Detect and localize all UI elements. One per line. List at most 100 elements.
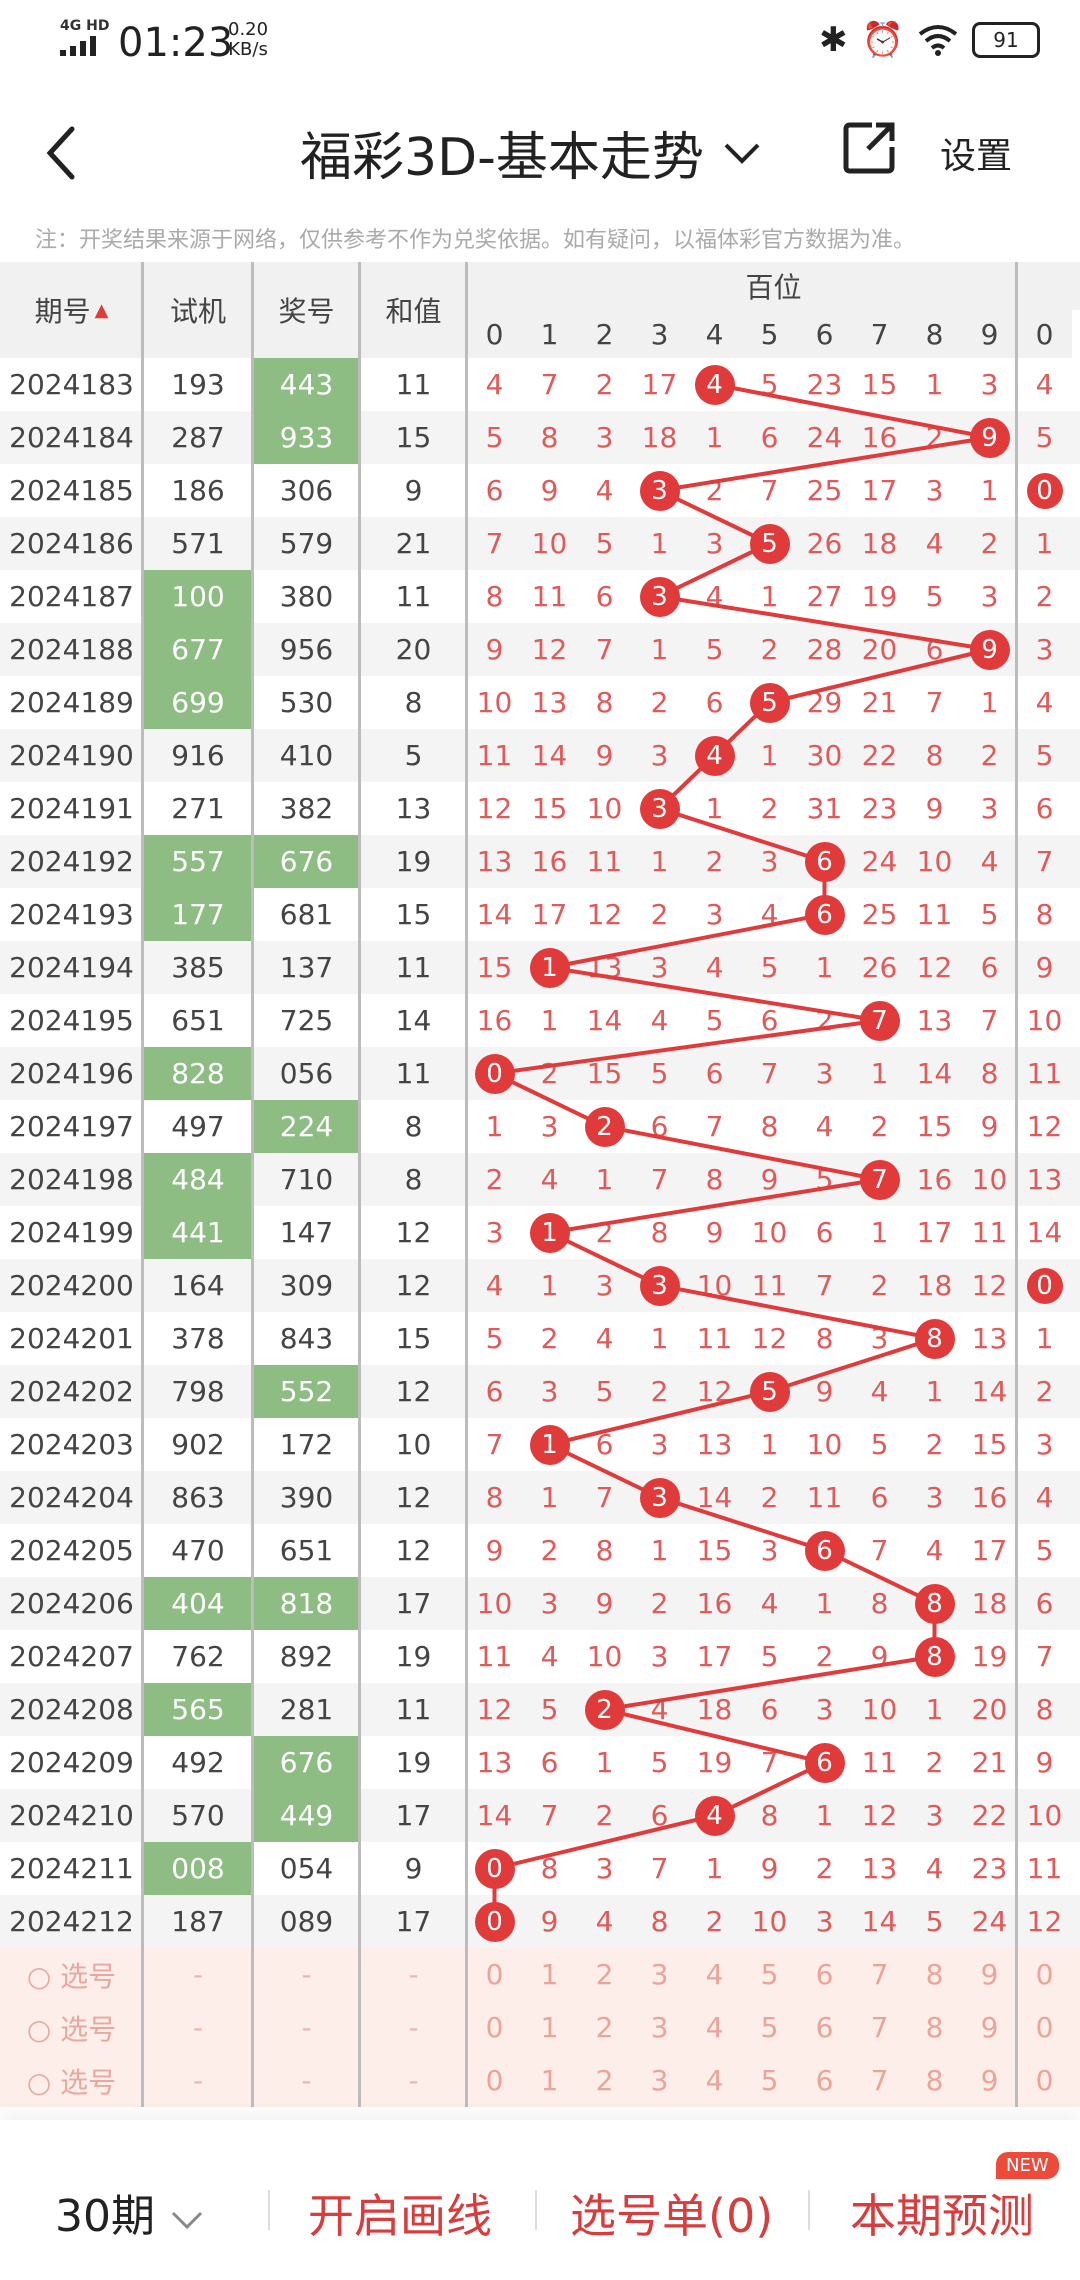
select-digit[interactable]: 0 [467,2054,522,2107]
digit-cell: 13 [1026,1163,1063,1196]
settings-button[interactable]: 设置 [940,127,1012,179]
select-digit[interactable]: 3 [632,2054,687,2107]
select-digit[interactable]: 2 [577,2054,632,2107]
digit-cell: 1 [650,527,669,560]
share-icon[interactable] [840,117,900,177]
select-digit[interactable]: 4 [687,1948,742,2001]
select-digit[interactable]: 1 [522,2001,577,2054]
digit-header-7: 7 [852,310,907,358]
digit-cell: 3 [760,845,779,878]
select-digit[interactable]: 8 [907,2001,962,2054]
table-row: 2024205 470 651 12 9 2 8 1 15 3 6 7 4 17 5 [0,1524,1080,1577]
select-digit[interactable]: 6 [797,2054,852,2107]
select-digit[interactable]: 3 [632,1948,687,2001]
digit-cell: 5 [760,368,779,401]
digit-cell: 0 [467,1842,522,1895]
select-row-checkbox[interactable]: ○ 选号 [0,2001,143,2054]
page-title-dropdown[interactable]: 福彩3D-基本走势 [300,115,762,190]
cell-trial: 404 [143,1577,253,1630]
select-digit[interactable]: 7 [852,2054,907,2107]
select-digit[interactable]: 6 [797,1948,852,2001]
column-header-period[interactable]: 期号 ▲ [0,262,143,358]
draw-line-button[interactable]: 开启画线 [308,2180,492,2246]
digit-cell: 4 [925,1852,944,1885]
digit-cell: 5 [650,1057,669,1090]
table-row: 2024202 798 552 12 6 3 5 2 12 5 9 4 1 14 2 [0,1365,1080,1418]
select-digit[interactable]: 4 [687,2001,742,2054]
hit-marker: 3 [639,576,680,617]
select-row-checkbox[interactable]: ○ 选号 [0,2054,143,2107]
network-indicator: 4G HD [60,18,110,34]
select-digit[interactable]: 7 [852,2001,907,2054]
select-digit[interactable]: 8 [907,2054,962,2107]
cell-period: 2024192 [9,845,134,878]
digit-cell: 24 [806,421,843,454]
table-row: 2024193 177 681 15 14 17 12 2 3 4 6 25 11 5 8 [0,888,1080,941]
digit-cell: 2 [485,1163,504,1196]
digit-cell: 0 [467,1047,522,1100]
select-digit[interactable]: 8 [907,1948,962,2001]
digit-cell: 6 [595,1428,614,1461]
digit-cell: 21 [861,686,898,719]
cell-sum: 12 [395,1216,432,1249]
cell-prize: 056 [279,1057,334,1090]
select-digit[interactable]: 0 [467,1948,522,2001]
digit-cell: 3 [980,368,999,401]
select-digit[interactable]: 1 [522,2054,577,2107]
digit-cell: 3 [815,1693,834,1726]
digit-cell: 3 [632,1259,687,1312]
select-digit[interactable]: 0 [1017,2001,1072,2054]
select-row-placeholder: - [192,1958,204,1991]
select-digit[interactable]: 0 [1017,2054,1072,2107]
select-digit[interactable]: 9 [962,2001,1017,2054]
digit-cell: 11 [751,1269,788,1302]
cell-trial: 271 [171,792,225,825]
select-digit[interactable]: 9 [962,1948,1017,2001]
digit-cell: 3 [632,782,687,835]
cell-trial: 177 [143,888,253,941]
cell-trial: 193 [171,368,225,401]
digit-cell: 1 [980,686,999,719]
cell-prize: 651 [279,1534,334,1567]
select-digit[interactable]: 2 [577,1948,632,2001]
digit-cell: 14 [696,1481,733,1514]
select-digit[interactable]: 0 [467,2001,522,2054]
select-digit[interactable]: 9 [962,2054,1017,2107]
cell-period: 2024184 [9,421,134,454]
select-digit[interactable]: 1 [522,1948,577,2001]
digit-cell: 14 [916,1057,953,1090]
cell-sum: 19 [395,845,432,878]
select-digit[interactable]: 5 [742,2054,797,2107]
digit-cell: 3 [760,1534,779,1567]
period-selector[interactable]: 30期 [55,2180,205,2244]
hit-marker: 0 [474,1053,515,1094]
select-digit[interactable]: 0 [1017,1948,1072,2001]
predict-button[interactable]: 本期预测 [850,2180,1034,2246]
select-digit[interactable]: 4 [687,2054,742,2107]
digit-cell: 4 [760,898,779,931]
select-digit[interactable]: 3 [632,2001,687,2054]
digit-cell: 1 [540,1004,559,1037]
back-arrow-icon[interactable] [38,123,88,183]
digit-cell: 2 [815,1640,834,1673]
selection-list-button[interactable]: 选号单(0) [570,2180,773,2246]
digit-cell: 15 [971,1428,1008,1461]
select-digit[interactable]: 5 [742,1948,797,2001]
digit-cell: 10 [916,845,953,878]
digit-cell: 8 [595,686,614,719]
digit-cell: 1 [595,1746,614,1779]
cell-sum: 17 [395,1799,432,1832]
digit-cell: 20 [861,633,898,666]
digit-cell: 14 [531,739,568,772]
select-digit[interactable]: 6 [797,2001,852,2054]
select-digit[interactable]: 5 [742,2001,797,2054]
digit-cell: 4 [760,1587,779,1620]
select-digit[interactable]: 7 [852,1948,907,2001]
sort-icon[interactable]: ▲ [95,300,109,321]
digit-cell: 9 [595,1587,614,1620]
select-digit[interactable]: 2 [577,2001,632,2054]
digit-cell: 28 [806,633,843,666]
digit-cell: 11 [476,1640,513,1673]
select-row-checkbox[interactable]: ○ 选号 [0,1948,143,2001]
digit-cell: 8 [907,1630,962,1683]
